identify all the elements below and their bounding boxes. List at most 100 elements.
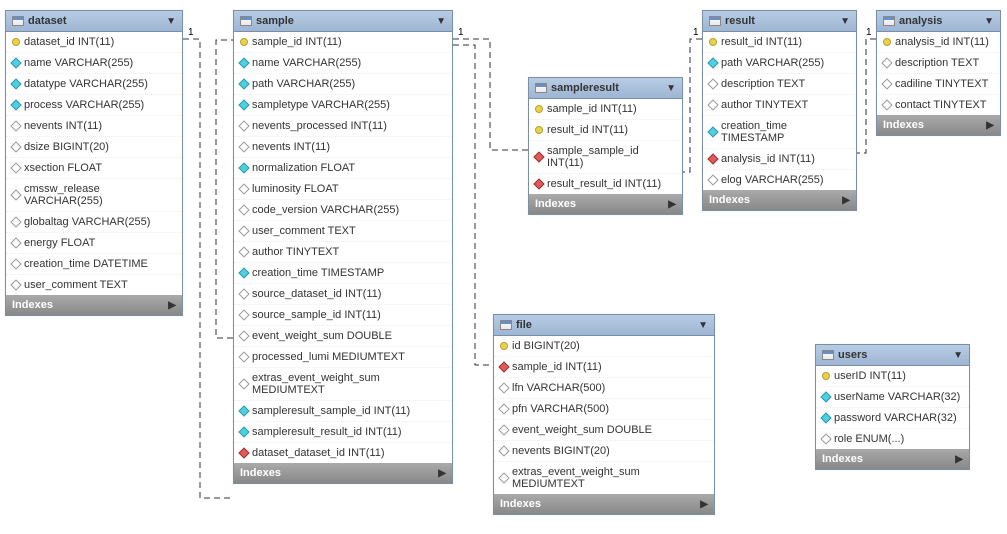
field-icon: [707, 174, 718, 185]
collapse-icon[interactable]: ▼: [166, 16, 176, 27]
pk-icon: [709, 38, 717, 46]
column-text: extras_event_weight_sum MEDIUMTEXT: [512, 466, 708, 490]
indexes-footer[interactable]: Indexes▶: [816, 449, 969, 469]
field-icon: [238, 288, 249, 299]
column-row: path VARCHAR(255): [234, 74, 452, 95]
indexes-footer[interactable]: Indexes▶: [6, 295, 182, 315]
field-icon: [498, 445, 509, 456]
column-text: userName VARCHAR(32): [834, 391, 960, 403]
table-header: sampleresult ▼: [529, 78, 682, 99]
table-columns: id BIGINT(20) sample_id INT(11) lfn VARC…: [494, 336, 714, 494]
column-row: source_dataset_id INT(11): [234, 284, 452, 305]
column-row: name VARCHAR(255): [234, 53, 452, 74]
field-icon: [238, 225, 249, 236]
table-title: file: [516, 319, 532, 331]
column-text: result_id INT(11): [721, 36, 802, 48]
column-text: path VARCHAR(255): [721, 57, 824, 69]
column-row: author TINYTEXT: [234, 242, 452, 263]
table-header: analysis ▼: [877, 11, 1000, 32]
column-text: creation_time TIMESTAMP: [252, 267, 384, 279]
fk-icon: [533, 178, 544, 189]
table-icon: [240, 16, 252, 26]
column-row: datatype VARCHAR(255): [6, 74, 182, 95]
column-row: id BIGINT(20): [494, 336, 714, 357]
column-text: user_comment TEXT: [252, 225, 356, 237]
column-row: sampleresult_sample_id INT(11): [234, 401, 452, 422]
field-icon: [881, 57, 892, 68]
column-row: creation_time TIMESTAMP: [703, 116, 856, 149]
field-icon: [238, 120, 249, 131]
field-icon: [238, 162, 249, 173]
column-text: cmssw_release VARCHAR(255): [24, 183, 176, 207]
column-text: event_weight_sum DOUBLE: [252, 330, 392, 342]
cardinality-label: 1: [866, 27, 872, 38]
column-text: userID INT(11): [834, 370, 906, 382]
field-icon: [707, 126, 718, 137]
column-text: sampleresult_result_id INT(11): [252, 426, 402, 438]
table-title: sampleresult: [551, 82, 619, 94]
column-text: pfn VARCHAR(500): [512, 403, 609, 415]
column-row: event_weight_sum DOUBLE: [234, 326, 452, 347]
column-text: result_id INT(11): [547, 124, 628, 136]
column-text: role ENUM(...): [834, 433, 904, 445]
column-text: datatype VARCHAR(255): [24, 78, 148, 90]
indexes-footer[interactable]: Indexes▶: [529, 194, 682, 214]
table-analysis: analysis ▼ analysis_id INT(11) descripti…: [876, 10, 1001, 136]
collapse-icon[interactable]: ▼: [698, 320, 708, 331]
indexes-footer[interactable]: Indexes▶: [877, 115, 1000, 135]
table-header: dataset ▼: [6, 11, 182, 32]
field-icon: [238, 183, 249, 194]
column-text: source_sample_id INT(11): [252, 309, 381, 321]
collapse-icon[interactable]: ▼: [840, 16, 850, 27]
column-row: creation_time DATETIME: [6, 254, 182, 275]
column-row: sample_id INT(11): [234, 32, 452, 53]
field-icon: [238, 204, 249, 215]
table-dataset: dataset ▼ dataset_id INT(11) name VARCHA…: [5, 10, 183, 316]
indexes-label: Indexes: [535, 198, 576, 210]
field-icon: [881, 78, 892, 89]
column-row: userName VARCHAR(32): [816, 387, 969, 408]
indexes-footer[interactable]: Indexes▶: [234, 463, 452, 483]
column-text: processed_lumi MEDIUMTEXT: [252, 351, 405, 363]
pk-icon: [12, 38, 20, 46]
table-title: users: [838, 349, 867, 361]
field-icon: [238, 330, 249, 341]
table-result: result ▼ result_id INT(11) path VARCHAR(…: [702, 10, 857, 211]
column-row: pfn VARCHAR(500): [494, 399, 714, 420]
column-text: password VARCHAR(32): [834, 412, 957, 424]
expand-icon: ▶: [700, 499, 708, 510]
column-text: creation_time DATETIME: [24, 258, 148, 270]
column-row: nevents_processed INT(11): [234, 116, 452, 137]
column-text: sample_id INT(11): [547, 103, 637, 115]
column-row: processed_lumi MEDIUMTEXT: [234, 347, 452, 368]
column-row: nevents INT(11): [234, 137, 452, 158]
column-text: sample_id INT(11): [252, 36, 342, 48]
table-header: users ▼: [816, 345, 969, 366]
collapse-icon[interactable]: ▼: [953, 350, 963, 361]
column-text: nevents_processed INT(11): [252, 120, 387, 132]
column-row: analysis_id INT(11): [703, 149, 856, 170]
column-text: description TEXT: [895, 57, 979, 69]
indexes-footer[interactable]: Indexes▶: [703, 190, 856, 210]
field-icon: [707, 57, 718, 68]
column-text: result_result_id INT(11): [547, 178, 661, 190]
column-text: xsection FLOAT: [24, 162, 102, 174]
table-columns: result_id INT(11) path VARCHAR(255) desc…: [703, 32, 856, 190]
table-header: sample ▼: [234, 11, 452, 32]
table-title: dataset: [28, 15, 67, 27]
column-text: analysis_id INT(11): [721, 153, 815, 165]
field-icon: [238, 405, 249, 416]
table-columns: dataset_id INT(11) name VARCHAR(255) dat…: [6, 32, 182, 295]
column-row: dataset_id INT(11): [6, 32, 182, 53]
table-users: users ▼ userID INT(11) userName VARCHAR(…: [815, 344, 970, 470]
column-row: role ENUM(...): [816, 429, 969, 449]
field-icon: [238, 351, 249, 362]
table-columns: analysis_id INT(11) description TEXT cad…: [877, 32, 1000, 115]
column-row: energy FLOAT: [6, 233, 182, 254]
collapse-icon[interactable]: ▼: [984, 16, 994, 27]
collapse-icon[interactable]: ▼: [436, 16, 446, 27]
indexes-footer[interactable]: Indexes▶: [494, 494, 714, 514]
column-row: description TEXT: [877, 53, 1000, 74]
table-icon: [709, 16, 721, 26]
collapse-icon[interactable]: ▼: [666, 83, 676, 94]
